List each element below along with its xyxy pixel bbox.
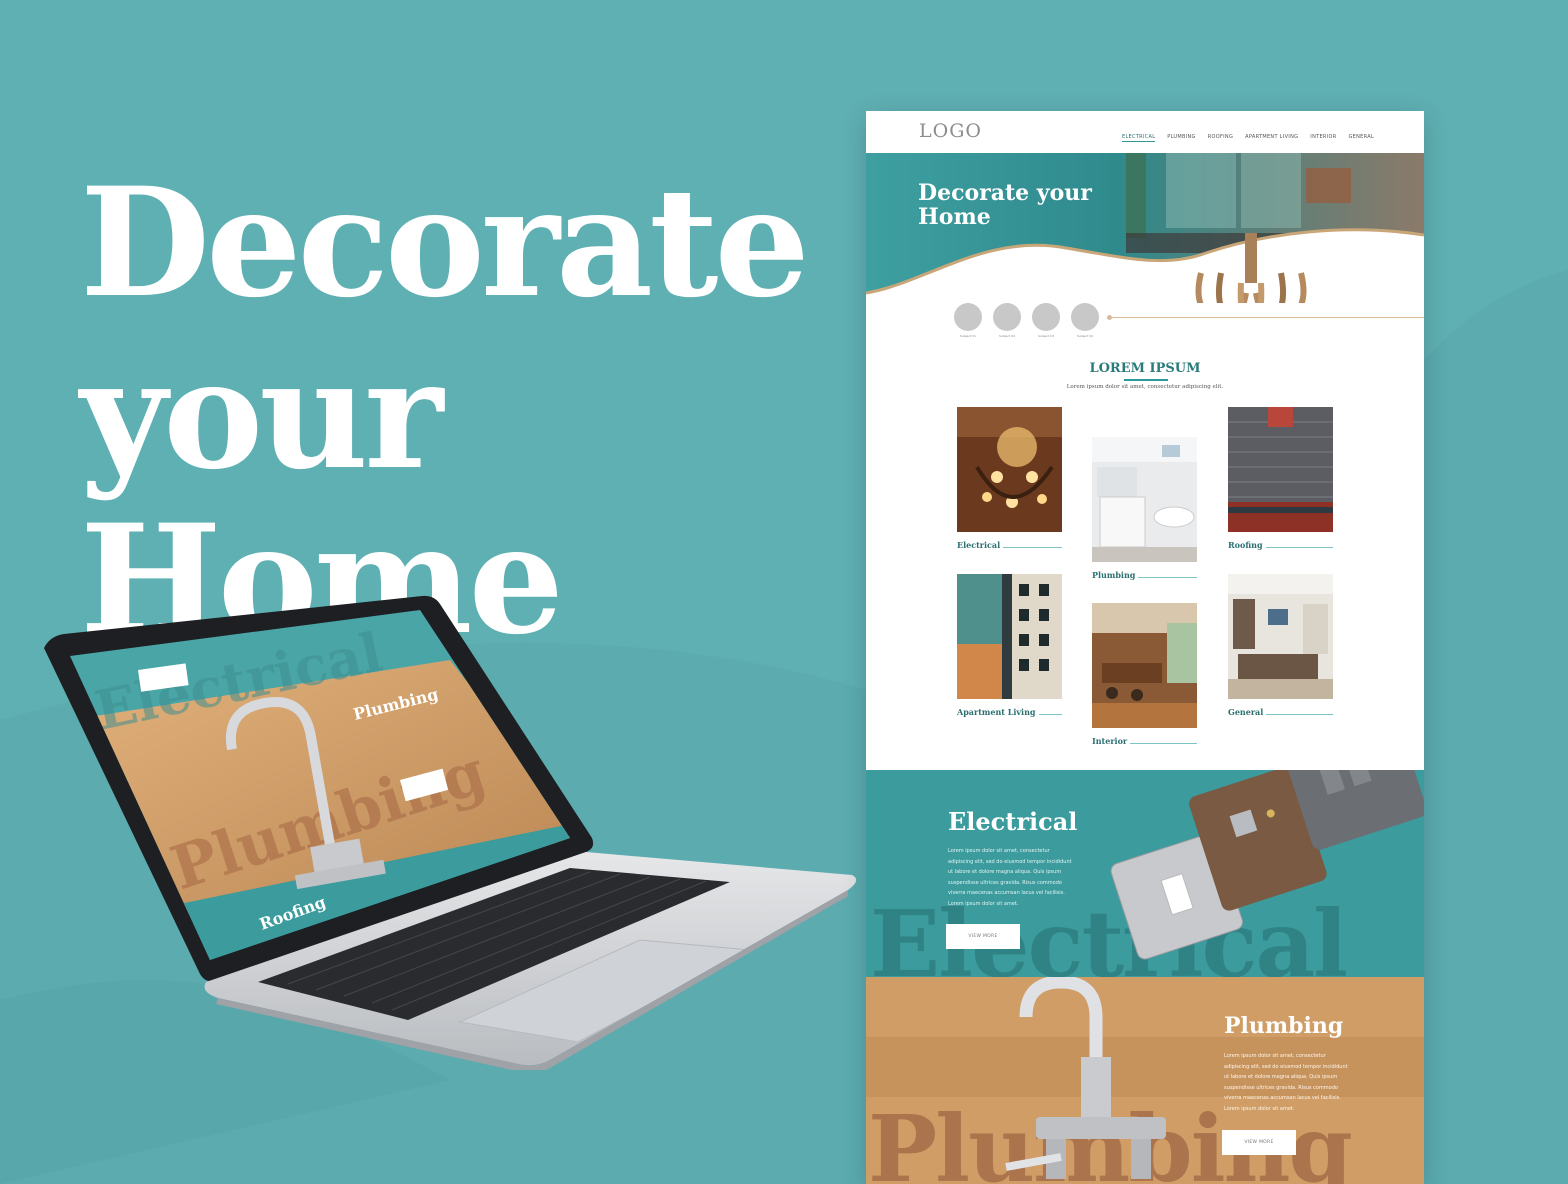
living-room-photo-icon (1228, 574, 1333, 699)
section-subtitle: Lorem ipsum dolor sit amet, consectetur … (1066, 384, 1224, 390)
electrical-title: Electrical (948, 807, 1078, 836)
card-apartment-living[interactable]: Apartment Living (957, 574, 1062, 717)
electrical-view-more-button[interactable]: VIEW MORE (946, 924, 1020, 949)
card-general[interactable]: General (1228, 574, 1333, 717)
card-label-electrical: Electrical (957, 540, 1001, 550)
mockup-hero-title-line2: Home (918, 204, 991, 230)
mockup-nav: ELECTRICAL PLUMBING ROOFING APARTMENT LI… (1121, 134, 1374, 142)
nav-item-electrical[interactable]: ELECTRICAL (1121, 134, 1156, 142)
card-label-interior: Interior (1092, 736, 1128, 746)
nav-item-roofing[interactable]: ROOFING (1208, 134, 1233, 142)
mockup-hero-title-line1: Decorate your (918, 180, 1092, 206)
subject-dot-1[interactable]: Subject 01 (954, 303, 982, 338)
laptop-mockup: Electrical Plumbing Plumbing Roofing (44, 595, 857, 1070)
electrical-section: Electrical Electrical Lorem ipsum dolor … (866, 770, 1424, 977)
electrical-text: Lorem ipsum dolor sit amet, consectetur … (948, 848, 1072, 907)
bathroom-photo-icon (1092, 437, 1197, 562)
nav-item-plumbing[interactable]: PLUMBING (1167, 134, 1195, 142)
card-roofing[interactable]: Roofing (1228, 407, 1333, 550)
chandelier-photo-icon (957, 407, 1062, 532)
nav-item-apartment-living[interactable]: APARTMENT LIVING (1245, 134, 1298, 142)
card-label-general: General (1228, 707, 1264, 717)
switch-plates-icon (1110, 770, 1424, 960)
card-interior[interactable]: Interior (1092, 603, 1197, 746)
card-plumbing[interactable]: Plumbing (1092, 437, 1197, 580)
hero-word-decorate: Decorate (80, 155, 810, 331)
subject-dots: Subject 01 Subject 02 Subject 03 Subject… (954, 303, 1099, 338)
hero-word-your: your (80, 327, 443, 503)
kitchen-photo-icon (1092, 603, 1197, 728)
card-label-plumbing: Plumbing (1092, 570, 1136, 580)
subject-dot-4[interactable]: Subject 04 (1071, 303, 1099, 338)
website-mockup: LOGO ELECTRICAL PLUMBING ROOFING APARTME… (866, 111, 1424, 1184)
mockup-header: LOGO ELECTRICAL PLUMBING ROOFING APARTME… (866, 111, 1424, 153)
card-label-apartment-living: Apartment Living (957, 707, 1036, 717)
mockup-logo[interactable]: LOGO (919, 120, 982, 142)
nav-item-interior[interactable]: INTERIOR (1310, 134, 1336, 142)
subject-dot-2[interactable]: Subject 02 (993, 303, 1021, 338)
card-label-roofing: Roofing (1228, 540, 1263, 550)
plumbing-text: Lorem ipsum dolor sit amet, consectetur … (1224, 1053, 1348, 1112)
dots-divider (1107, 315, 1424, 320)
plumbing-view-more-button[interactable]: VIEW MORE (1222, 1130, 1296, 1155)
subject-dot-3[interactable]: Subject 03 (1032, 303, 1060, 338)
section-title: LOREM IPSUM (1089, 361, 1201, 376)
roof-photo-icon (1228, 407, 1333, 532)
faucet-icon (1005, 977, 1166, 1179)
building-photo-icon (957, 574, 1062, 699)
mockup-hero-title: Decorate your Home (918, 181, 1118, 229)
section-title-underline (1124, 379, 1168, 381)
plumbing-section: Plumbing Plumbing Lorem ipsum dolor sit … (866, 977, 1424, 1184)
card-electrical[interactable]: Electrical (957, 407, 1062, 550)
nav-item-general[interactable]: GENERAL (1348, 134, 1374, 142)
plumbing-title: Plumbing (1224, 1013, 1344, 1039)
